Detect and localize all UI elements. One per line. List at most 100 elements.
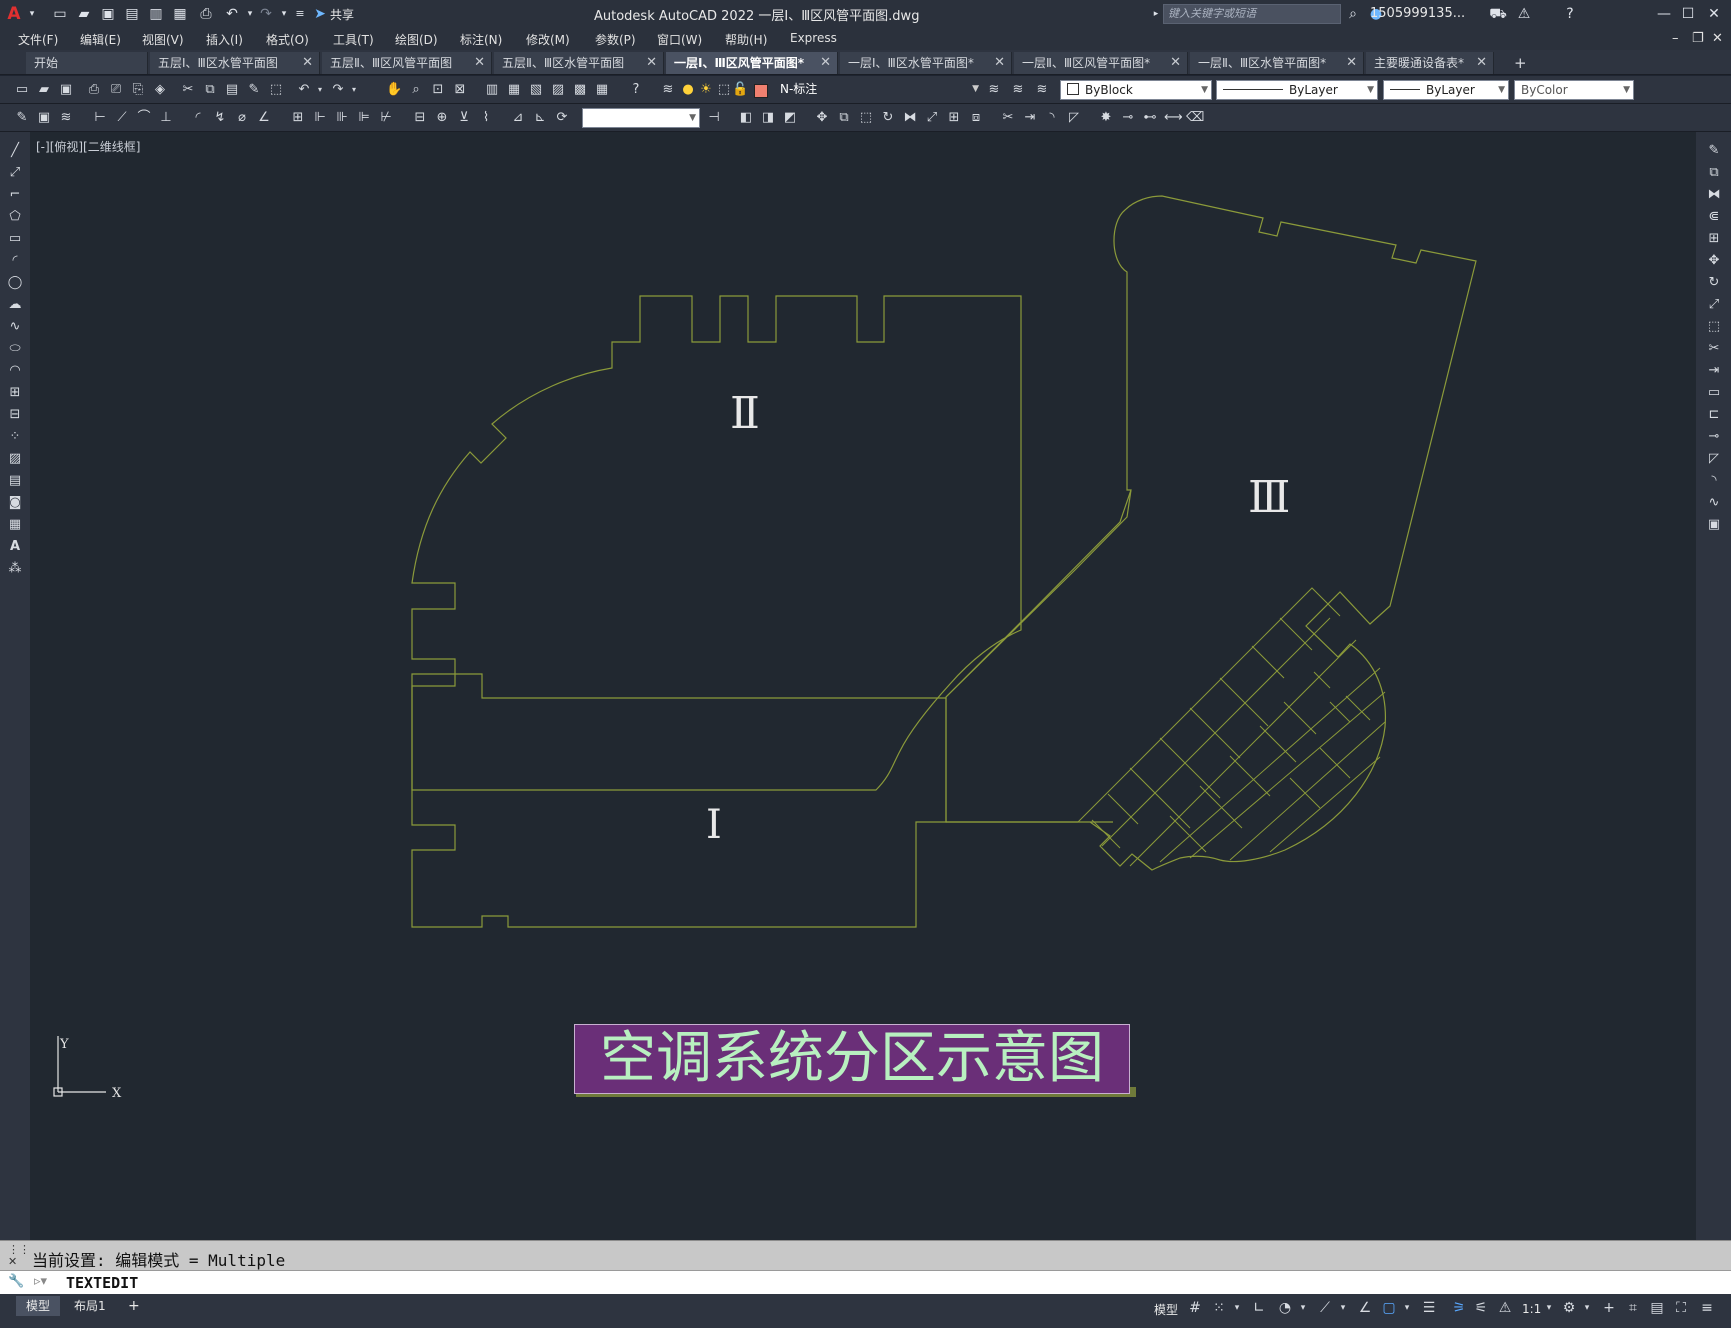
plotstyle-control-dropdown[interactable]: ByColor ▼: [1514, 80, 1634, 100]
layer-dropdown[interactable]: N-标注 ▼: [692, 80, 982, 100]
polygon-icon[interactable]: ⬠: [5, 208, 25, 226]
calculator-icon[interactable]: ▦: [594, 82, 610, 98]
plot-icon[interactable]: ⎙: [196, 4, 216, 24]
copy-icon[interactable]: ⧉: [1704, 164, 1724, 182]
arc-length-dim-icon[interactable]: ⌒: [136, 110, 152, 126]
tab-close-icon[interactable]: ✕: [820, 52, 831, 74]
add-layout-plus-icon[interactable]: +: [118, 1296, 150, 1316]
add-selected-icon[interactable]: ⁂: [5, 560, 25, 578]
mirror-icon[interactable]: ⧓: [1704, 186, 1724, 204]
properties-icon[interactable]: ▥: [484, 82, 500, 98]
isodraft-dropdown-icon[interactable]: ▾: [1334, 1299, 1352, 1317]
annotation-scale-value[interactable]: 1:1: [1522, 1302, 1541, 1316]
zoom-previous-icon[interactable]: ⊠: [452, 82, 468, 98]
break-icon[interactable]: ⊷: [1142, 110, 1158, 126]
save-icon[interactable]: ▣: [98, 4, 118, 24]
command-prompt-icon[interactable]: ▹▾: [34, 1274, 47, 1289]
command-input[interactable]: TEXTEDIT: [66, 1274, 138, 1292]
menu-format[interactable]: 格式(O): [266, 31, 309, 48]
circle-icon[interactable]: ◯: [5, 274, 25, 292]
quick-properties-icon[interactable]: ▤: [1648, 1299, 1666, 1317]
qselect-icon[interactable]: ✎: [14, 110, 30, 126]
blend-curves-icon[interactable]: ∿: [1704, 494, 1724, 512]
ortho-icon[interactable]: ∟: [1250, 1299, 1268, 1317]
construction-line-icon[interactable]: ⤢: [5, 164, 25, 182]
mirror-icon[interactable]: ⧓: [902, 110, 918, 126]
command-close-icon[interactable]: ✕: [8, 1255, 17, 1268]
cart-icon[interactable]: ⛟: [1488, 4, 1508, 24]
tab-document[interactable]: 五层Ⅰ、Ⅲ区水管平面图 ✕: [150, 52, 320, 74]
design-center-icon[interactable]: ▦: [506, 82, 522, 98]
arc-icon[interactable]: ◜: [5, 252, 25, 270]
quick-dim-icon[interactable]: ⊞: [290, 110, 306, 126]
share-label[interactable]: 共享: [330, 6, 354, 23]
autocad-logo-icon[interactable]: A: [4, 4, 24, 24]
autodesk-app-icon[interactable]: ⚠: [1514, 4, 1534, 24]
tab-close-icon[interactable]: ✕: [302, 52, 313, 74]
revision-cloud-icon[interactable]: ☁: [5, 296, 25, 314]
menu-modify[interactable]: 修改(M): [526, 31, 570, 48]
make-current-layer-icon[interactable]: ≋: [986, 82, 1002, 98]
move-icon[interactable]: ✥: [1704, 252, 1724, 270]
region-icon[interactable]: ◙: [5, 494, 25, 512]
tab-document[interactable]: 主要暖通设备表* ✕: [1366, 52, 1494, 74]
block-editor-icon[interactable]: ⬚: [268, 82, 284, 98]
menu-draw[interactable]: 绘图(D): [395, 31, 438, 48]
undo-icon[interactable]: ↶: [222, 4, 242, 24]
help-icon[interactable]: ?: [628, 82, 644, 98]
linetype-control-dropdown[interactable]: ByLayer ▼: [1216, 80, 1378, 100]
tab-close-icon[interactable]: ✕: [474, 52, 485, 74]
dim-style-dropdown[interactable]: ▼: [582, 108, 700, 128]
model-space-label[interactable]: 模型: [1154, 1301, 1178, 1318]
object-snap-tracking-icon[interactable]: ∠: [1356, 1299, 1374, 1317]
viewport-controls-label[interactable]: [-][俯视][二维线框]: [36, 138, 140, 155]
join-icon[interactable]: ⊸: [1704, 428, 1724, 446]
chamfer-icon[interactable]: ◸: [1066, 110, 1082, 126]
share-icon[interactable]: ➤: [310, 4, 330, 24]
annotation-autoscale-icon[interactable]: ⚟: [1472, 1299, 1490, 1317]
object-snap-dropdown-icon[interactable]: ▾: [1398, 1299, 1416, 1317]
dim-text-edit-icon[interactable]: ⊾: [532, 110, 548, 126]
dim-break-icon[interactable]: ⊬: [378, 110, 394, 126]
hatch-icon[interactable]: ▨: [5, 450, 25, 468]
layer-properties-icon[interactable]: ≋: [660, 82, 676, 98]
polar-dropdown-icon[interactable]: ▾: [1294, 1299, 1312, 1317]
undo-dropdown-icon[interactable]: ▾: [312, 82, 328, 98]
layer-previous-icon[interactable]: ≋: [1010, 82, 1026, 98]
dim-space-icon[interactable]: ⊫: [356, 110, 372, 126]
zoom-realtime-icon[interactable]: ⌕: [408, 82, 424, 98]
pan-icon[interactable]: ✋: [386, 82, 402, 98]
insert-block-icon[interactable]: ⊞: [5, 384, 25, 402]
app-menu-chevron-icon[interactable]: ▾: [22, 4, 42, 24]
doc-close-icon[interactable]: ✕: [1712, 31, 1723, 46]
cut-icon[interactable]: ✂: [180, 82, 196, 98]
tab-close-icon[interactable]: ✕: [1476, 52, 1487, 74]
customize-status-bar-icon[interactable]: ≡: [1698, 1299, 1716, 1317]
dim-style-icon[interactable]: ⊣: [706, 110, 722, 126]
zoom-window-icon[interactable]: ⊡: [430, 82, 446, 98]
jogged-linear-icon[interactable]: ⌇: [478, 110, 494, 126]
snap-dropdown-icon[interactable]: ▾: [1228, 1299, 1246, 1317]
explode-icon[interactable]: ▣: [1704, 516, 1724, 534]
workspace-dropdown-icon[interactable]: ▾: [1578, 1299, 1596, 1317]
tolerance-icon[interactable]: ⊟: [412, 110, 428, 126]
polyline-icon[interactable]: ⌐: [5, 186, 25, 204]
rotate-icon[interactable]: ↻: [1704, 274, 1724, 292]
join-icon[interactable]: ⊸: [1120, 110, 1136, 126]
stretch-icon[interactable]: ⬚: [1704, 318, 1724, 336]
chamfer-icon[interactable]: ◸: [1704, 450, 1724, 468]
menu-file[interactable]: 文件(F): [18, 31, 58, 48]
isodraft-icon[interactable]: ⟋: [1316, 1299, 1334, 1317]
tab-document[interactable]: 一层Ⅱ、Ⅲ区水管平面图* ✕: [1190, 52, 1364, 74]
draworder-back-icon[interactable]: ◨: [760, 110, 776, 126]
markup-icon[interactable]: ▩: [572, 82, 588, 98]
tab-document-active[interactable]: 一层Ⅰ、Ⅲ区风管平面图* ✕: [666, 52, 838, 74]
tab-document[interactable]: 一层Ⅱ、Ⅲ区风管平面图* ✕: [1014, 52, 1188, 74]
offset-icon[interactable]: ⧈: [968, 110, 984, 126]
draworder-front-icon[interactable]: ◧: [738, 110, 754, 126]
array-icon[interactable]: ⊞: [1704, 230, 1724, 248]
tab-layout1[interactable]: 布局1: [64, 1296, 116, 1316]
linear-dim-icon[interactable]: ⊢: [92, 110, 108, 126]
scale-icon[interactable]: ⤢: [1704, 296, 1724, 314]
line-icon[interactable]: ╱: [5, 142, 25, 160]
